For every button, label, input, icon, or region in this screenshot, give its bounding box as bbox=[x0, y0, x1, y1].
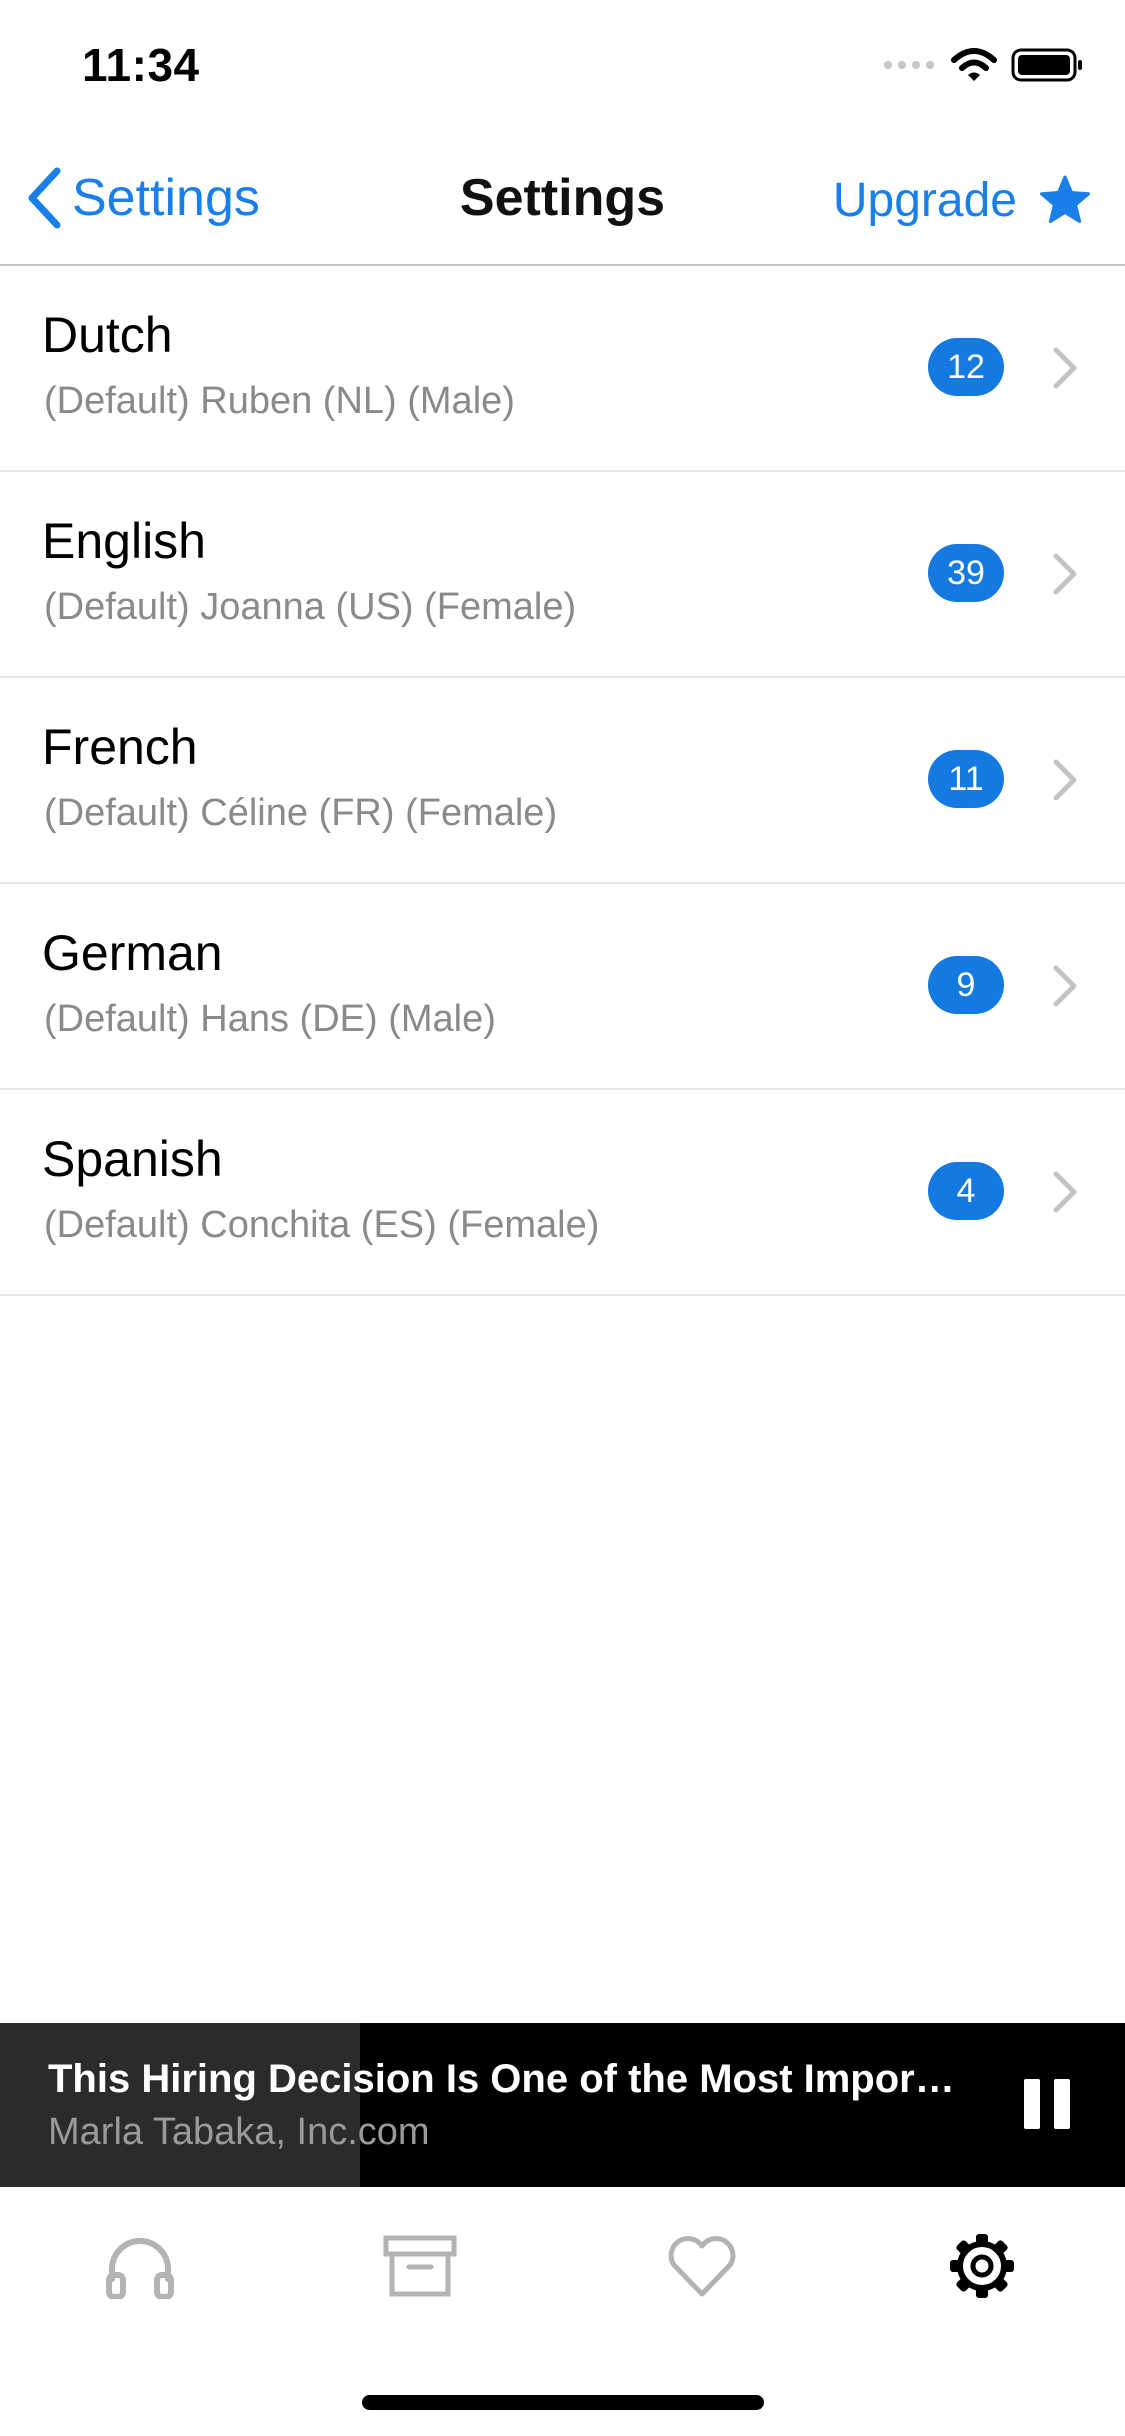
language-name: French bbox=[42, 719, 198, 775]
mini-player[interactable]: This Hiring Decision Is One of the Most … bbox=[0, 2023, 1125, 2187]
language-voice: (Default) Conchita (ES) (Female) bbox=[44, 1204, 600, 1246]
language-list: Dutch (Default) Ruben (NL) (Male) 12 Eng… bbox=[0, 266, 1125, 1296]
language-voice: (Default) Ruben (NL) (Male) bbox=[44, 380, 515, 422]
status-bar: 11:34 bbox=[0, 0, 1125, 132]
gear-icon bbox=[950, 2234, 1014, 2298]
count-badge: 39 bbox=[928, 544, 1004, 602]
list-item-english[interactable]: English (Default) Joanna (US) (Female) 3… bbox=[0, 472, 1125, 678]
language-name: Dutch bbox=[42, 307, 173, 363]
battery-icon bbox=[1011, 48, 1082, 82]
star-icon bbox=[1040, 175, 1090, 223]
count-badge: 4 bbox=[928, 1162, 1004, 1220]
tab-settings[interactable] bbox=[932, 2223, 1032, 2309]
list-item-french[interactable]: French (Default) Céline (FR) (Female) 11 bbox=[0, 678, 1125, 884]
language-voice: (Default) Hans (DE) (Male) bbox=[44, 998, 496, 1040]
language-voice: (Default) Joanna (US) (Female) bbox=[44, 586, 577, 628]
chevron-right-icon bbox=[1053, 759, 1077, 801]
signal-icon bbox=[884, 61, 934, 69]
count-badge: 12 bbox=[928, 338, 1004, 396]
language-name: German bbox=[42, 925, 223, 981]
playback-progress bbox=[0, 2023, 360, 2187]
archive-icon bbox=[383, 2235, 457, 2297]
home-indicator bbox=[362, 2395, 764, 2410]
pause-icon[interactable] bbox=[1024, 2079, 1072, 2129]
wifi-icon bbox=[951, 48, 997, 81]
now-playing-title: This Hiring Decision Is One of the Most … bbox=[48, 2057, 968, 2101]
chevron-right-icon bbox=[1053, 347, 1077, 389]
heart-icon bbox=[668, 2236, 736, 2297]
tab-archive[interactable] bbox=[370, 2223, 470, 2309]
language-name: English bbox=[42, 513, 206, 569]
count-badge: 9 bbox=[928, 956, 1004, 1014]
language-name: Spanish bbox=[42, 1131, 223, 1187]
list-item-spanish[interactable]: Spanish (Default) Conchita (ES) (Female)… bbox=[0, 1090, 1125, 1296]
chevron-right-icon bbox=[1053, 553, 1077, 595]
navigation-bar: Settings Settings Upgrade bbox=[0, 132, 1125, 266]
count-badge: 11 bbox=[928, 750, 1004, 808]
upgrade-button[interactable]: Upgrade bbox=[833, 164, 1091, 236]
status-time: 11:34 bbox=[82, 39, 200, 91]
headphones-icon bbox=[106, 2238, 174, 2299]
status-icons bbox=[883, 48, 1083, 82]
tab-listen[interactable] bbox=[90, 2223, 190, 2309]
upgrade-button-label: Upgrade bbox=[832, 173, 1017, 227]
list-item-german[interactable]: German (Default) Hans (DE) (Male) 9 bbox=[0, 884, 1125, 1090]
chevron-right-icon bbox=[1053, 965, 1077, 1007]
tab-favorites[interactable] bbox=[652, 2223, 752, 2309]
chevron-right-icon bbox=[1053, 1171, 1077, 1213]
language-voice: (Default) Céline (FR) (Female) bbox=[44, 792, 558, 834]
now-playing-subtitle: Marla Tabaka, Inc.com bbox=[48, 2111, 430, 2153]
list-item-dutch[interactable]: Dutch (Default) Ruben (NL) (Male) 12 bbox=[0, 266, 1125, 472]
